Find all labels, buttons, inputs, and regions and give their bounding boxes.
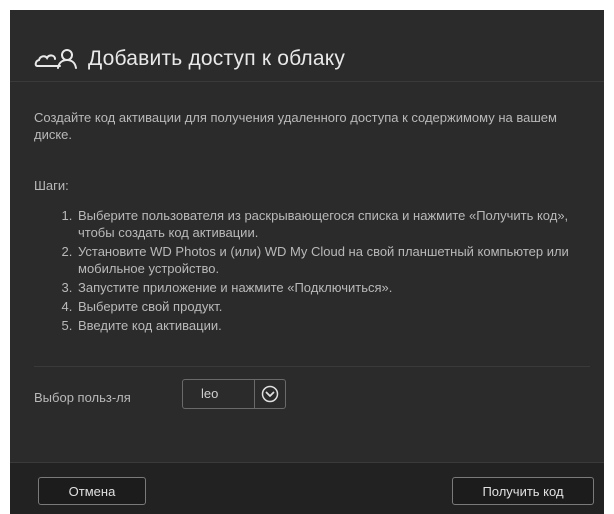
user-select-dropdown[interactable]: leo <box>182 379 286 409</box>
user-select-label: Выбор польз-ля <box>34 390 131 405</box>
dialog-footer: Отмена Получить код <box>10 462 604 514</box>
step-item: Введите код активации. <box>76 317 599 334</box>
step-item: Запустите приложение и нажмите «Подключи… <box>76 279 599 296</box>
dialog-header: Добавить доступ к облаку <box>10 10 604 82</box>
step-item: Выберите пользователя из раскрывающегося… <box>76 207 599 241</box>
dialog-title: Добавить доступ к облаку <box>88 47 346 70</box>
user-select-value: leo <box>183 380 255 408</box>
chevron-down-circle-icon[interactable] <box>255 380 285 408</box>
cloud-user-icon <box>34 46 82 72</box>
step-item: Выберите свой продукт. <box>76 298 599 315</box>
steps-list: Выберите пользователя из раскрывающегося… <box>54 207 599 336</box>
add-cloud-access-dialog: Добавить доступ к облаку Создайте код ак… <box>10 10 604 514</box>
step-item: Установите WD Photos и (или) WD My Cloud… <box>76 243 599 277</box>
cancel-button[interactable]: Отмена <box>38 477 146 505</box>
steps-label: Шаги: <box>34 178 69 193</box>
section-divider <box>34 366 590 367</box>
get-code-button[interactable]: Получить код <box>452 477 594 505</box>
intro-text: Создайте код активации для получения уда… <box>34 110 557 142</box>
